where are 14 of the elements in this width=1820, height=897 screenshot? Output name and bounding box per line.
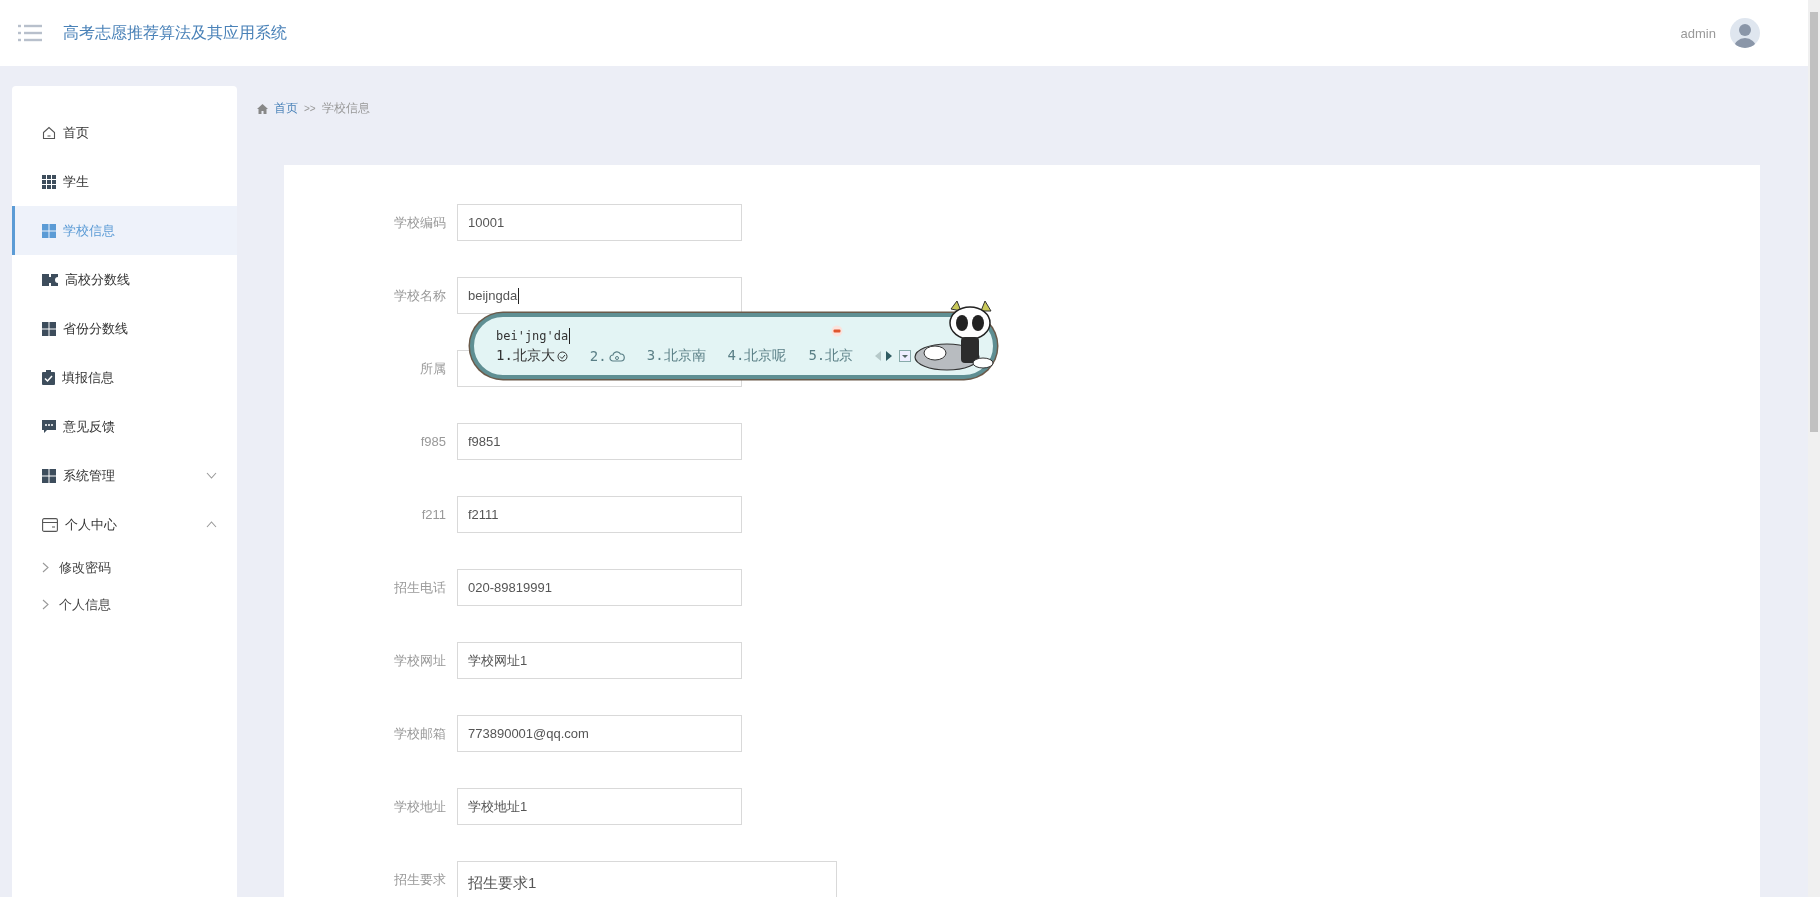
field-label: 学校编码 <box>393 214 446 232</box>
field-label: f211 <box>420 506 446 524</box>
field-label: 招生要求 <box>393 871 446 889</box>
ime-composition: bei'jng'da <box>496 329 569 343</box>
field-label: f985 <box>419 433 446 451</box>
field-label: 所属 <box>419 360 446 378</box>
breadcrumb-separator: >> <box>304 103 316 114</box>
field-label: 学校名称 <box>393 287 446 305</box>
app-title: 高考志愿推荐算法及其应用系统 <box>63 22 287 43</box>
field-label: 学校邮箱 <box>393 725 446 743</box>
field-label: 学校地址 <box>393 798 446 816</box>
field-label: 学校网址 <box>393 652 446 670</box>
breadcrumb-current: 学校信息 <box>321 100 370 117</box>
field-label: 招生电话 <box>393 579 446 597</box>
